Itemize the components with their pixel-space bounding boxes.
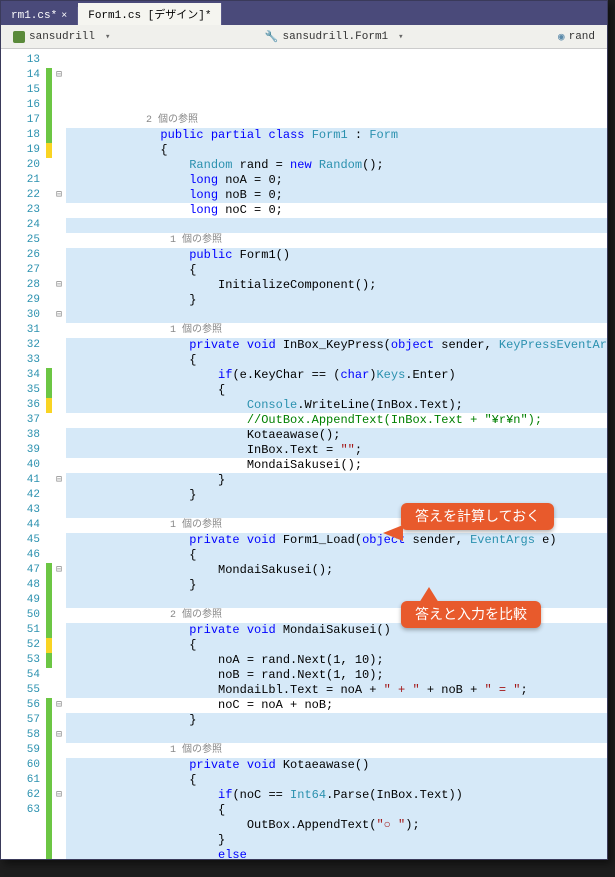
chevron-down-icon[interactable]: ▾	[105, 32, 110, 42]
close-icon[interactable]: ×	[61, 11, 67, 22]
tab-form1-cs[interactable]: rm1.cs* ×	[1, 7, 78, 25]
annotation-compare: 答えと入力を比較	[401, 601, 541, 628]
code-editor[interactable]: 1314151617181920212223242526272829303132…	[1, 49, 607, 859]
wrench-icon: 🔧	[265, 30, 279, 44]
nav-namespace-label: sansudrill	[29, 31, 95, 43]
nav-member-label: rand	[569, 31, 595, 43]
line-numbers: 1314151617181920212223242526272829303132…	[1, 49, 46, 859]
code-area[interactable]: 2 個の参照 public partial class Form1 : Form…	[66, 49, 607, 859]
tab-label: rm1.cs*	[11, 10, 57, 22]
tab-label: Form1.cs [デザイン]*	[88, 6, 211, 22]
tab-form1-design[interactable]: Form1.cs [デザイン]*	[78, 3, 222, 25]
tab-bar: rm1.cs* × Form1.cs [デザイン]*	[1, 1, 607, 25]
nav-class[interactable]: 🔧 sansudrill.Form1	[259, 28, 394, 46]
csharp-icon	[13, 31, 25, 43]
outline-column[interactable]: ⊟⊟⊟⊟⊟⊟⊟⊟⊟	[52, 49, 66, 859]
nav-namespace[interactable]: sansudrill	[7, 29, 101, 45]
editor-window: rm1.cs* × Form1.cs [デザイン]* sansudrill ▾ …	[0, 0, 608, 860]
field-icon: ◉	[558, 30, 565, 44]
nav-member[interactable]: ◉ rand	[552, 28, 601, 46]
chevron-down-icon[interactable]: ▾	[398, 32, 403, 42]
nav-bar: sansudrill ▾ 🔧 sansudrill.Form1 ▾ ◉ rand	[1, 25, 607, 49]
nav-class-label: sansudrill.Form1	[283, 31, 389, 43]
annotation-calculate: 答えを計算しておく	[401, 503, 554, 530]
